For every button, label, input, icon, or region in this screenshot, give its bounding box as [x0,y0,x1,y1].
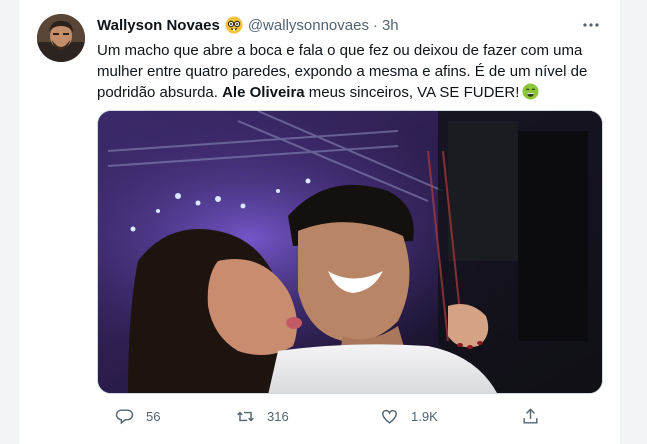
mention-link[interactable]: Ale Oliveira [222,84,305,101]
tweet-actions: 56 316 1.9K [97,404,557,428]
page-left-gutter [0,0,18,444]
tweet-text: Um macho que abre a boca e fala o que fe… [97,40,607,103]
reply-button[interactable]: 56 [115,407,160,426]
tweet-photo[interactable] [97,110,603,394]
page: Wallyson Novaes @wallysonnovaes · 3h Um … [0,0,647,444]
separator-dot: · [372,16,378,34]
reply-count: 56 [146,408,161,424]
user-handle[interactable]: @wallysonnovaes [248,17,369,34]
reply-icon [115,408,134,424]
photo-image [98,111,602,393]
share-icon [523,407,538,424]
tweet-text-line-3: podridão absurda. Ale Oliveira meus sinc… [97,82,607,103]
tweet-header: Wallyson Novaes @wallysonnovaes · 3h [97,15,399,35]
more-dots-icon [583,23,599,27]
heart-icon [382,409,397,424]
retweet-count: 316 [267,408,289,424]
like-count: 1.9K [411,408,438,424]
tweet-text-line-3-end: meus sinceiros, VA SE FUDER! [304,84,520,101]
like-button[interactable]: 1.9K [380,407,438,426]
nerd-face-emoji-icon [225,16,243,34]
page-right-gutter [621,0,647,444]
tweet-text-line-3-start: podridão absurda. [97,84,223,101]
more-options-button[interactable] [580,14,602,36]
share-button[interactable] [521,407,540,426]
tweet-text-line-2: mulher entre quatro paredes, expondo a m… [97,63,588,80]
retweet-icon [237,411,254,421]
tweet-card[interactable]: Wallyson Novaes @wallysonnovaes · 3h Um … [18,0,621,444]
nauseated-face-emoji-icon [522,83,539,100]
display-name[interactable]: Wallyson Novaes [97,17,220,34]
tweet-text-line-1: Um macho que abre a boca e fala o que fe… [97,42,583,59]
retweet-button[interactable]: 316 [236,407,289,426]
avatar[interactable] [37,14,85,62]
tweet-timestamp[interactable]: 3h [382,17,399,34]
